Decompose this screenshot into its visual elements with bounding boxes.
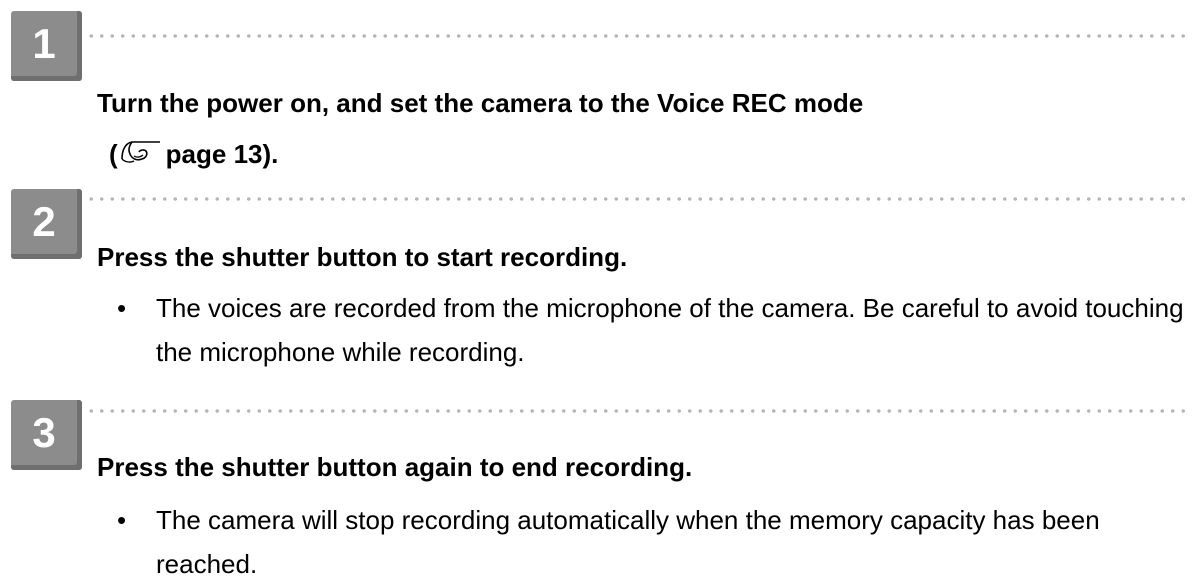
pointing-hand-icon (120, 139, 164, 172)
bullet-text: The voices are recorded from the microph… (156, 293, 1184, 367)
step-number: 1 (32, 20, 56, 67)
dotted-separator (86, 197, 1192, 201)
step-number-badge: 3 (11, 400, 82, 470)
step-heading-line1: Turn the power on, and set the camera to… (97, 88, 864, 118)
step-number-badge: 2 (11, 189, 82, 259)
step-heading: Press the shutter button again to end re… (97, 452, 693, 482)
page-reference-open-paren: ( (109, 139, 118, 169)
bullet-item: • The voices are recorded from the micro… (117, 286, 1184, 376)
dotted-separator (86, 409, 1192, 413)
step-heading: Turn the power on, and set the camera to… (97, 87, 863, 119)
step-number: 2 (32, 198, 56, 245)
bullet-item: • The camera will stop recording automat… (117, 498, 1177, 584)
page-reference-text: page 13). (165, 139, 279, 169)
dotted-separator (86, 34, 1192, 38)
bullet-text: The camera will stop recording automatic… (156, 505, 1100, 579)
step-heading-page-reference: ( page 13). (109, 138, 278, 172)
step-heading: Press the shutter button to start record… (97, 242, 628, 272)
step-number-badge: 1 (11, 11, 82, 81)
bullet-symbol: • (117, 505, 127, 535)
step-number: 3 (32, 409, 56, 456)
bullet-symbol: • (117, 293, 127, 323)
